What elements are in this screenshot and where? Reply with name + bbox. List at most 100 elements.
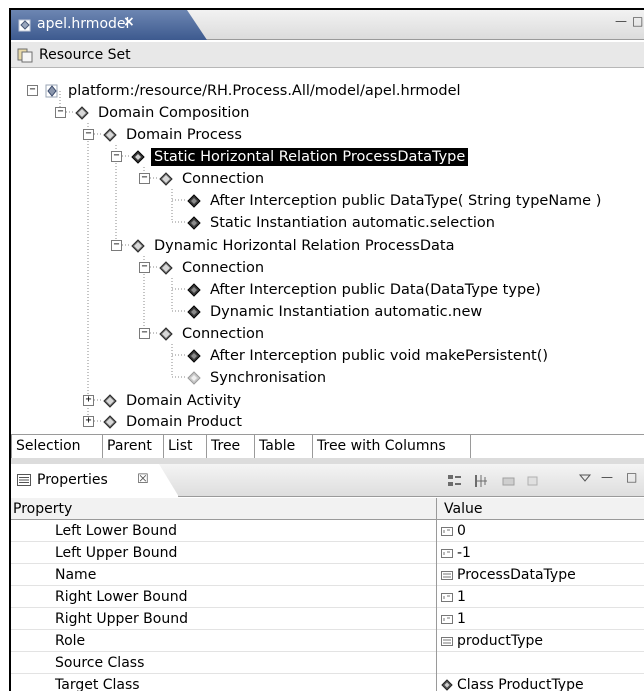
tree-item-domain-composition[interactable]: Domain Composition [75, 102, 252, 124]
property-row[interactable]: Left Lower Bound 0 [11, 520, 644, 542]
property-value[interactable]: -1 [441, 545, 471, 561]
properties-tab-title: Properties [37, 472, 108, 488]
tree-item-after-interception[interactable]: After Interception public Data(DataType … [187, 279, 544, 301]
diamond-icon [159, 172, 173, 186]
collapse-toggle[interactable]: − [139, 262, 150, 273]
tree-item-label: After Interception public DataType( Stri… [210, 193, 602, 209]
properties-tab[interactable]: Properties ☒ [11, 464, 179, 497]
collapse-toggle[interactable]: − [83, 129, 94, 140]
property-row[interactable]: Right Upper Bound 1 [11, 608, 644, 630]
collapse-toggle[interactable]: − [139, 173, 150, 184]
property-value[interactable]: Class ProductType [441, 677, 584, 691]
show-advanced-icon[interactable] [473, 473, 489, 489]
properties-tab-bar: Properties ☒ — □ [11, 464, 644, 497]
tree-item-label: Static Horizontal Relation ProcessDataTy… [151, 148, 469, 166]
view-menu-icon[interactable] [577, 470, 593, 486]
tree-item-label: Connection [182, 326, 265, 342]
property-value[interactable]: productType [441, 633, 543, 649]
property-name: Source Class [55, 655, 145, 671]
property-name: Left Lower Bound [55, 523, 177, 539]
tab-selection[interactable]: Selection [11, 435, 103, 458]
text-icon [441, 570, 453, 580]
property-value[interactable]: 1 [441, 589, 466, 605]
close-icon[interactable]: ☒ [137, 472, 149, 487]
expand-toggle[interactable]: + [83, 395, 94, 406]
tree-item-domain-activity[interactable]: Domain Activity [103, 390, 244, 412]
property-row[interactable]: Name ProcessDataType [11, 564, 644, 586]
tab-parent[interactable]: Parent [103, 435, 164, 458]
tab-tree[interactable]: Tree [207, 435, 255, 458]
resource-set-header: Resource Set [11, 42, 644, 68]
editor-tab-apel-hrmodel[interactable]: apel.hrmodel × [11, 10, 207, 40]
tree-item-domain-product[interactable]: Domain Product [103, 411, 245, 433]
tree-item-label: Static Instantiation automatic.selection [210, 215, 495, 231]
properties-table-header: Property Value [11, 498, 644, 520]
property-row[interactable]: Right Lower Bound 1 [11, 586, 644, 608]
tree-item-label: Domain Composition [98, 105, 250, 121]
column-header-property[interactable]: Property [13, 501, 72, 517]
editor-view-tabs: Selection Parent List Tree Table Tree wi… [11, 434, 644, 458]
property-row[interactable]: Left Upper Bound -1 [11, 542, 644, 564]
eclipse-window: apel.hrmodel × — □ Resource Set − − − − … [9, 8, 644, 691]
diamond-icon [187, 283, 201, 297]
tree-item-dynamic-instantiation[interactable]: Dynamic Instantiation automatic.new [187, 301, 485, 323]
tree-item-connection[interactable]: Connection [159, 168, 267, 190]
resource-set-icon [17, 48, 33, 63]
column-divider[interactable] [436, 498, 437, 691]
collapse-toggle[interactable]: − [27, 85, 38, 96]
tree-item-connection[interactable]: Connection [159, 257, 267, 279]
property-value[interactable]: ProcessDataType [441, 567, 576, 583]
resource-set-label: Resource Set [39, 47, 131, 63]
property-value[interactable]: 1 [441, 611, 466, 627]
int-icon [441, 548, 453, 558]
restore-default-icon[interactable] [525, 473, 541, 489]
tree-item-label: Dynamic Horizontal Relation ProcessData [154, 238, 455, 254]
model-tree: − − − − − − − − + + platform:/resource/R… [11, 69, 644, 434]
show-categories-icon[interactable] [447, 473, 463, 489]
tree-item-synchronisation[interactable]: Synchronisation [187, 367, 329, 389]
property-name: Right Lower Bound [55, 589, 188, 605]
expand-toggle[interactable]: + [83, 416, 94, 427]
property-row[interactable]: Target Class Class ProductType [11, 674, 644, 691]
diamond-icon [187, 305, 201, 319]
filter-icon[interactable] [501, 473, 517, 489]
minimize-icon[interactable]: — [615, 14, 627, 28]
tab-tree-with-columns[interactable]: Tree with Columns [313, 435, 471, 458]
int-icon [441, 614, 453, 624]
tree-item-static-relation[interactable]: Static Horizontal Relation ProcessDataTy… [131, 146, 469, 168]
maximize-icon[interactable]: □ [632, 14, 643, 28]
diamond-icon [103, 394, 117, 408]
collapse-toggle[interactable]: − [55, 107, 66, 118]
diamond-icon [131, 239, 145, 253]
tree-item-label: Connection [182, 171, 265, 187]
property-name: Name [55, 567, 97, 583]
tree-item-label: Domain Product [126, 414, 242, 430]
tab-list[interactable]: List [164, 435, 207, 458]
close-icon[interactable]: × [123, 14, 135, 30]
property-name: Right Upper Bound [55, 611, 188, 627]
maximize-icon[interactable]: □ [626, 470, 637, 484]
tree-item-after-interception[interactable]: After Interception public void makePersi… [187, 345, 551, 367]
tab-table[interactable]: Table [255, 435, 313, 458]
property-row[interactable]: Source Class [11, 652, 644, 674]
collapse-toggle[interactable]: − [111, 240, 122, 251]
diamond-icon [159, 261, 173, 275]
tree-item-after-interception[interactable]: After Interception public DataType( Stri… [187, 190, 604, 212]
minimize-icon[interactable]: — [601, 470, 613, 484]
property-value[interactable]: 0 [441, 523, 466, 539]
tree-item-static-instantiation[interactable]: Static Instantiation automatic.selection [187, 212, 498, 234]
editor-tab-bar: apel.hrmodel × — □ [11, 10, 644, 40]
collapse-toggle[interactable]: − [139, 328, 150, 339]
tree-item-label: After Interception public void makePersi… [210, 348, 549, 364]
diamond-light-icon [187, 371, 201, 385]
tree-item-domain-process[interactable]: Domain Process [103, 124, 245, 146]
column-header-value[interactable]: Value [444, 501, 482, 517]
collapse-toggle[interactable]: − [111, 151, 122, 162]
model-file-icon [18, 19, 31, 32]
tree-item-connection[interactable]: Connection [159, 323, 267, 345]
property-name: Role [55, 633, 86, 649]
editor-tab-title: apel.hrmodel [37, 16, 130, 32]
property-row[interactable]: Role productType [11, 630, 644, 652]
tree-item-dynamic-relation[interactable]: Dynamic Horizontal Relation ProcessData [131, 235, 457, 257]
tree-item-root[interactable]: platform:/resource/RH.Process.All/model/… [45, 80, 464, 102]
